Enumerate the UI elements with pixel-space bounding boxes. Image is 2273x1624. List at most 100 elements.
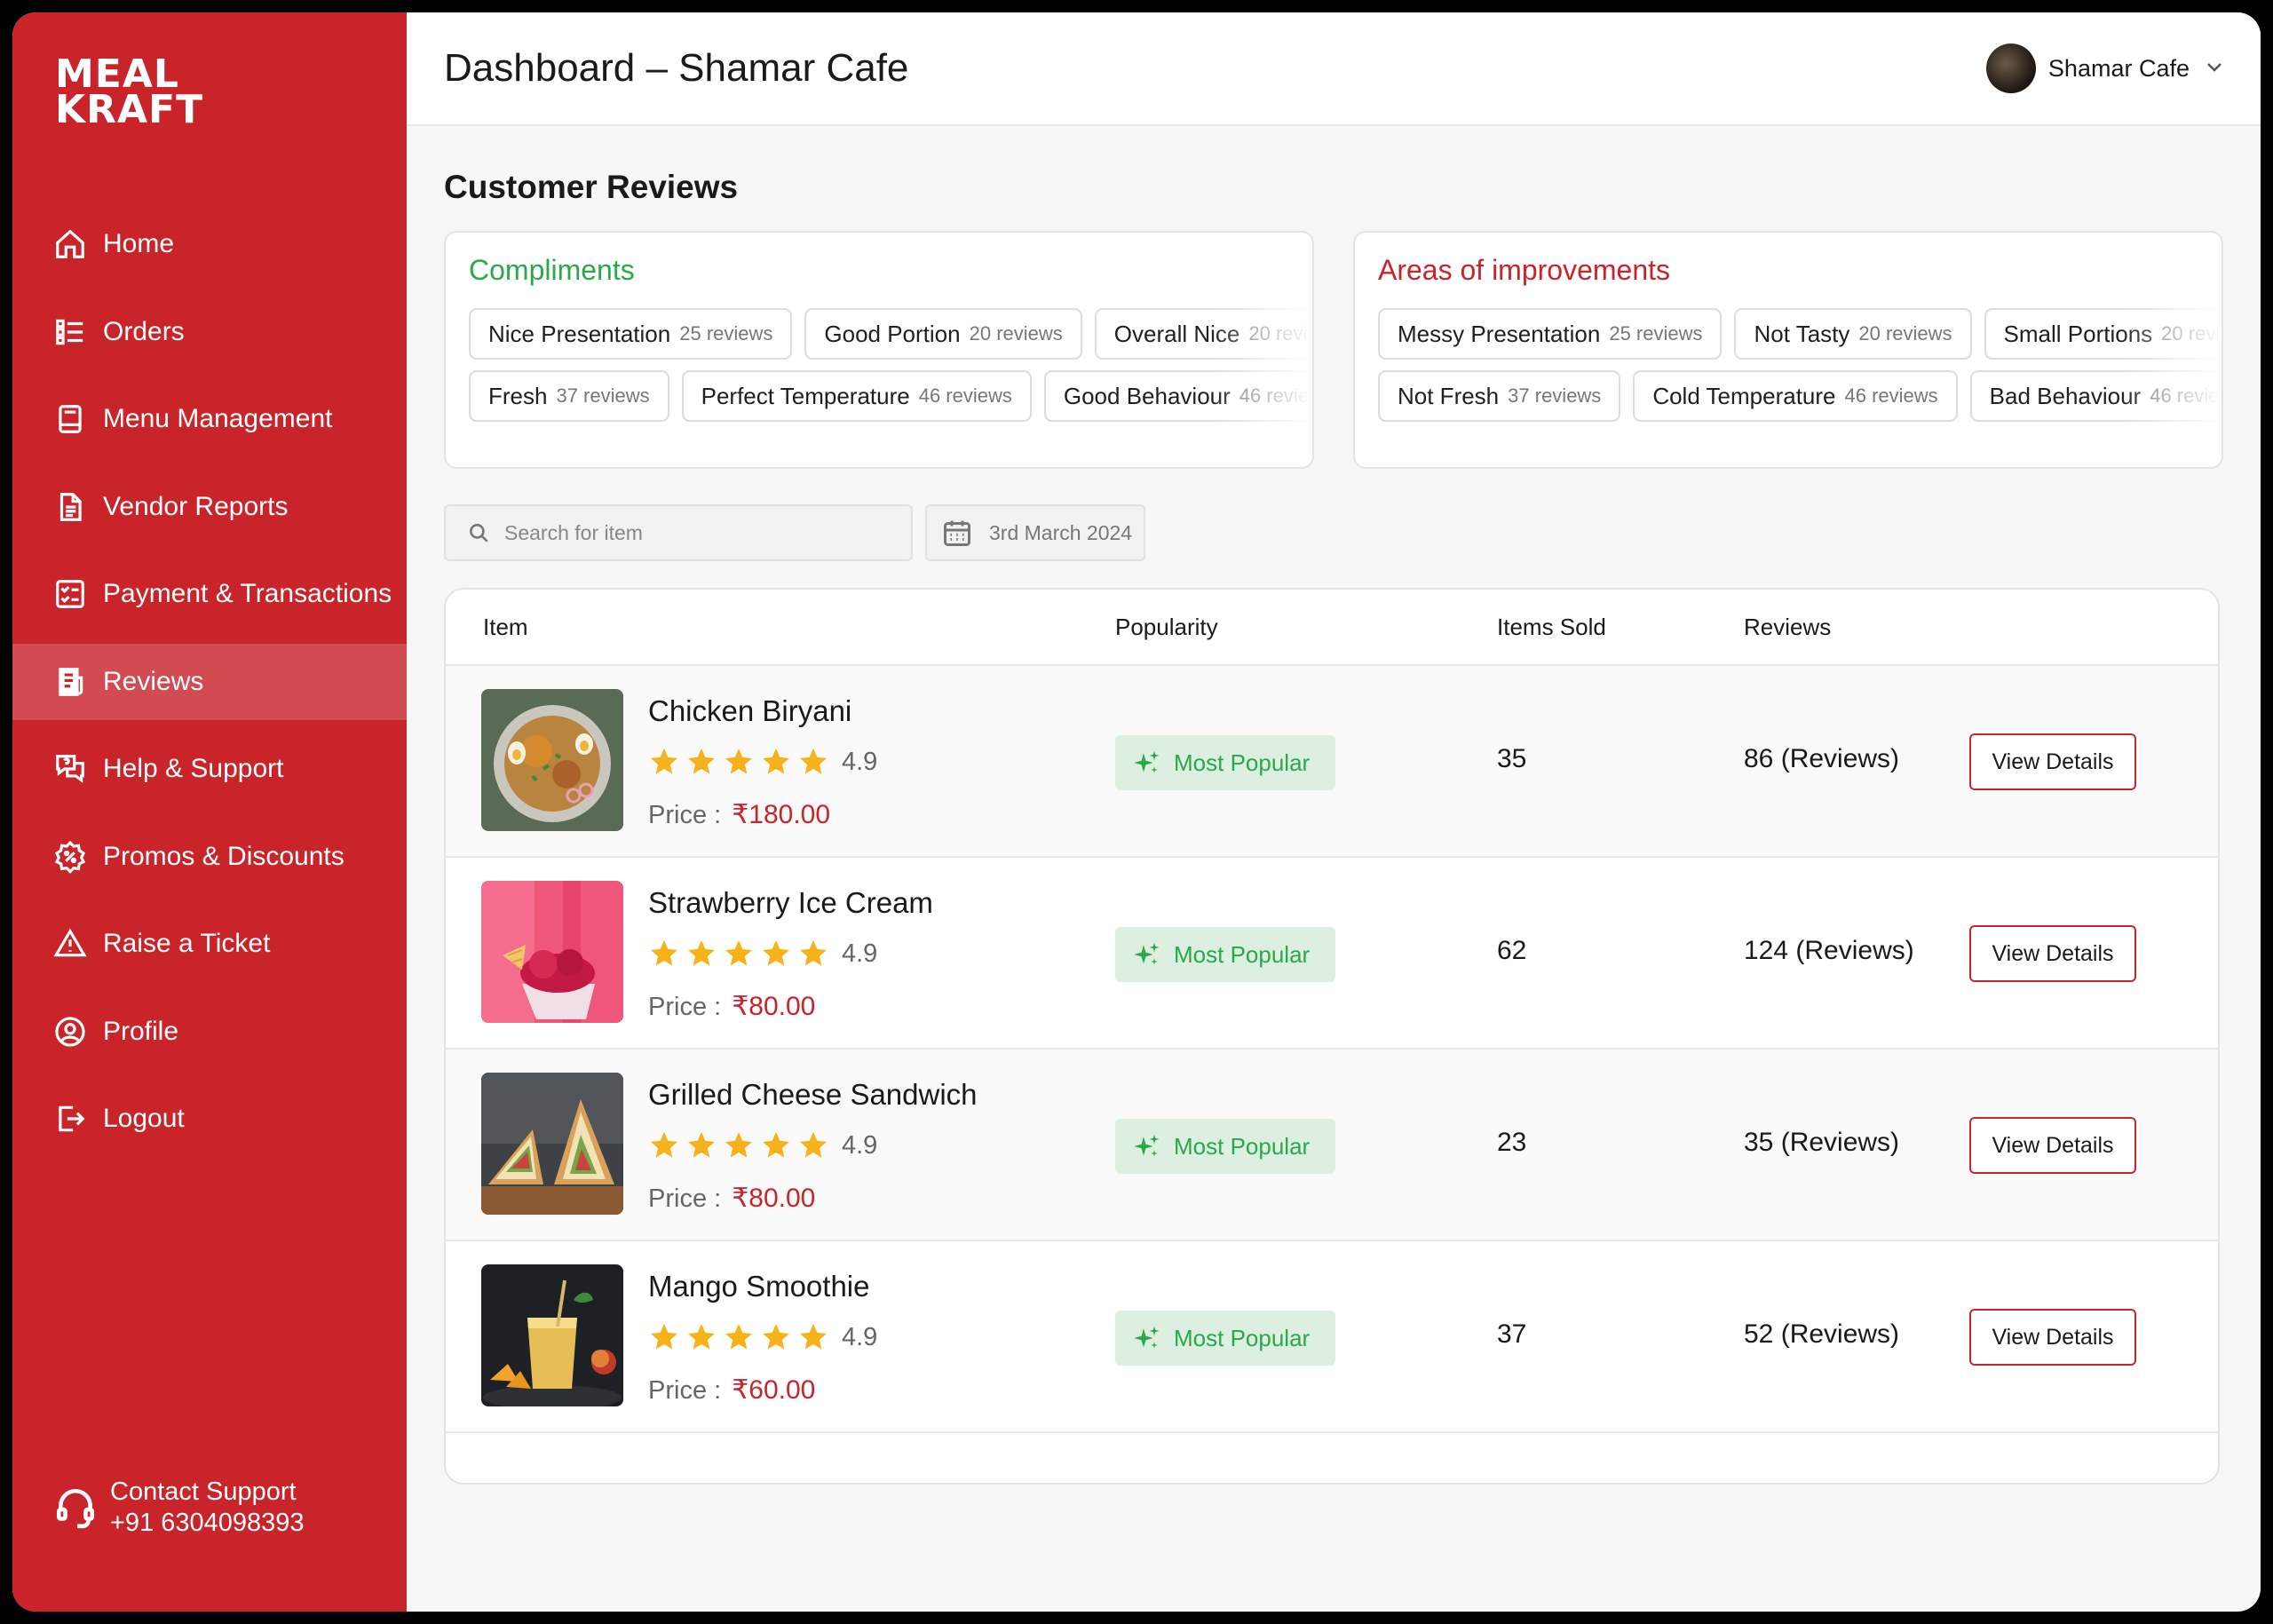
search-input[interactable] (504, 520, 895, 545)
star-icon (651, 749, 677, 774)
view-details-button[interactable]: View Details (1969, 925, 2136, 982)
main-content: Dashboard – Shamar Cafe Shamar Cafe Cust… (407, 12, 2261, 1612)
sidebar-item-label: Orders (103, 316, 185, 346)
improvements-row-2: Not Fresh 37 reviews Cold Temperature 46 r… (1378, 370, 2222, 422)
sidebar-item-reviews[interactable]: Reviews (12, 643, 407, 720)
improvement-chip[interactable]: Not Fresh 37 reviews (1378, 370, 1621, 422)
star-icon (688, 749, 715, 774)
sidebar-item-label: Logout (103, 1104, 185, 1133)
rating-value: 4.9 (842, 1130, 878, 1160)
improvement-chip[interactable]: Cold Temperature 46 reviews (1633, 370, 1958, 422)
brand-logo[interactable]: MEAL KRAFT (55, 55, 203, 130)
item-price: Price : ₹60.00 (648, 1374, 815, 1406)
view-details-button[interactable]: View Details (1969, 1309, 2136, 1366)
compliments-row-1: Nice Presentation 25 reviews Good Portion… (469, 308, 1312, 360)
badge-label: Most Popular (1174, 940, 1311, 968)
rating-value: 4.9 (842, 1322, 878, 1351)
sidebar-item-payment-transactions[interactable]: Payment & Transactions (12, 556, 407, 632)
contact-support[interactable]: Contact Support +91 6304098393 (53, 1477, 305, 1539)
column-header-reviews: Reviews (1744, 613, 1832, 640)
improvement-chip[interactable]: Small Portions 20 reviews (1984, 308, 2222, 360)
compliment-chip[interactable]: Perfect Temperature 46 reviews (681, 370, 1032, 422)
sidebar-item-label: Profile (103, 1016, 179, 1046)
sidebar-item-label: Promos & Discounts (103, 841, 345, 871)
view-details-button[interactable]: View Details (1969, 733, 2136, 790)
sidebar: MEAL KRAFT Home Orders Menu Management V… (12, 12, 407, 1612)
chip-count: 20 reviews (1248, 322, 1312, 345)
chip-label: Cold Temperature (1652, 382, 1836, 409)
sidebar-item-vendor-reports[interactable]: Vendor Reports (12, 469, 407, 545)
items-sold: 37 (1497, 1319, 1527, 1349)
date-picker[interactable]: 3rd March 2024 (925, 504, 1145, 561)
review-count: 35 (Reviews) (1744, 1128, 1900, 1157)
sparkle-icon (1134, 942, 1160, 965)
column-header-items-sold: Items Sold (1497, 613, 1606, 640)
price-value: ₹80.00 (732, 1184, 816, 1213)
item-name: Grilled Cheese Sandwich (648, 1078, 978, 1111)
compliment-chip[interactable]: Fresh 37 reviews (469, 370, 669, 422)
chip-count: 46 reviews (1844, 384, 1938, 407)
sidebar-item-help-support[interactable]: Help & Support (12, 731, 407, 807)
star-icon (763, 940, 789, 966)
logout-icon (53, 1102, 87, 1136)
star-icon (800, 1324, 827, 1350)
improvement-chip[interactable]: Not Tasty 20 reviews (1734, 308, 1972, 360)
sidebar-item-label: Menu Management (103, 404, 333, 433)
compliments-title: Compliments (469, 254, 635, 286)
improvement-chip[interactable]: Messy Presentation 25 reviews (1378, 308, 1723, 360)
price-value: ₹180.00 (732, 800, 831, 829)
badge-label: Most Popular (1174, 1132, 1311, 1160)
price-label: Price : (648, 1376, 722, 1405)
chip-label: Good Portion (824, 320, 961, 347)
sidebar-item-raise-ticket[interactable]: Raise a Ticket (12, 906, 407, 982)
sidebar-nav: Home Orders Menu Management Vendor Repor… (12, 206, 407, 1168)
badge-label: Most Popular (1174, 1324, 1311, 1351)
compliment-chip[interactable]: Good Portion 20 reviews (804, 308, 1082, 360)
sidebar-item-logout[interactable]: Logout (12, 1081, 407, 1157)
improvement-chip[interactable]: Bad Behaviour 46 reviews (1969, 370, 2222, 422)
warning-icon (53, 927, 87, 961)
avatar (1985, 44, 2036, 93)
user-menu[interactable]: Shamar Cafe (1985, 44, 2225, 93)
sidebar-item-promos-discounts[interactable]: Promos & Discounts (12, 819, 407, 895)
user-icon (53, 1015, 87, 1049)
chip-label: Messy Presentation (1398, 320, 1601, 347)
item-price: Price : ₹80.00 (648, 991, 815, 1022)
column-header-item: Item (483, 613, 528, 640)
view-details-button[interactable]: View Details (1969, 1117, 2136, 1174)
item-name: Strawberry Ice Cream (648, 886, 933, 919)
sidebar-item-menu-management[interactable]: Menu Management (12, 381, 407, 457)
checklist-icon (53, 577, 87, 611)
sidebar-item-label: Reviews (103, 666, 204, 696)
item-name: Mango Smoothie (648, 1270, 870, 1303)
chip-label: Bad Behaviour (1989, 382, 2142, 409)
sidebar-item-label: Raise a Ticket (103, 929, 271, 958)
price-label: Price : (648, 1184, 722, 1213)
star-icon (763, 749, 789, 774)
star-icon (725, 940, 752, 966)
column-header-popularity: Popularity (1115, 613, 1218, 640)
chip-label: Nice Presentation (488, 320, 671, 347)
items-sold: 35 (1497, 744, 1527, 773)
sidebar-item-orders[interactable]: Orders (12, 294, 407, 370)
star-icon (763, 1132, 789, 1158)
star-icon (688, 940, 715, 966)
star-icon (763, 1324, 789, 1350)
chevron-down-icon (2204, 56, 2225, 82)
price-value: ₹80.00 (732, 992, 816, 1021)
sidebar-item-label: Home (103, 229, 175, 258)
popularity-badge: Most Popular (1115, 1119, 1335, 1174)
sidebar-item-home[interactable]: Home (12, 206, 407, 282)
compliment-chip[interactable]: Good Behaviour 46 reviews (1043, 370, 1312, 422)
chip-count: 37 reviews (556, 384, 650, 407)
compliment-chip[interactable]: Nice Presentation 25 reviews (469, 308, 793, 360)
home-icon (53, 227, 87, 261)
document-icon (53, 490, 87, 524)
chip-label: Good Behaviour (1063, 382, 1231, 409)
star-rating: 4.9 (648, 746, 877, 778)
compliment-chip[interactable]: Overall Nice 20 reviews (1094, 308, 1312, 360)
star-icon (725, 749, 752, 774)
chip-count: 20 reviews (1858, 322, 1952, 345)
sidebar-item-profile[interactable]: Profile (12, 994, 407, 1070)
section-title: Customer Reviews (444, 169, 739, 205)
